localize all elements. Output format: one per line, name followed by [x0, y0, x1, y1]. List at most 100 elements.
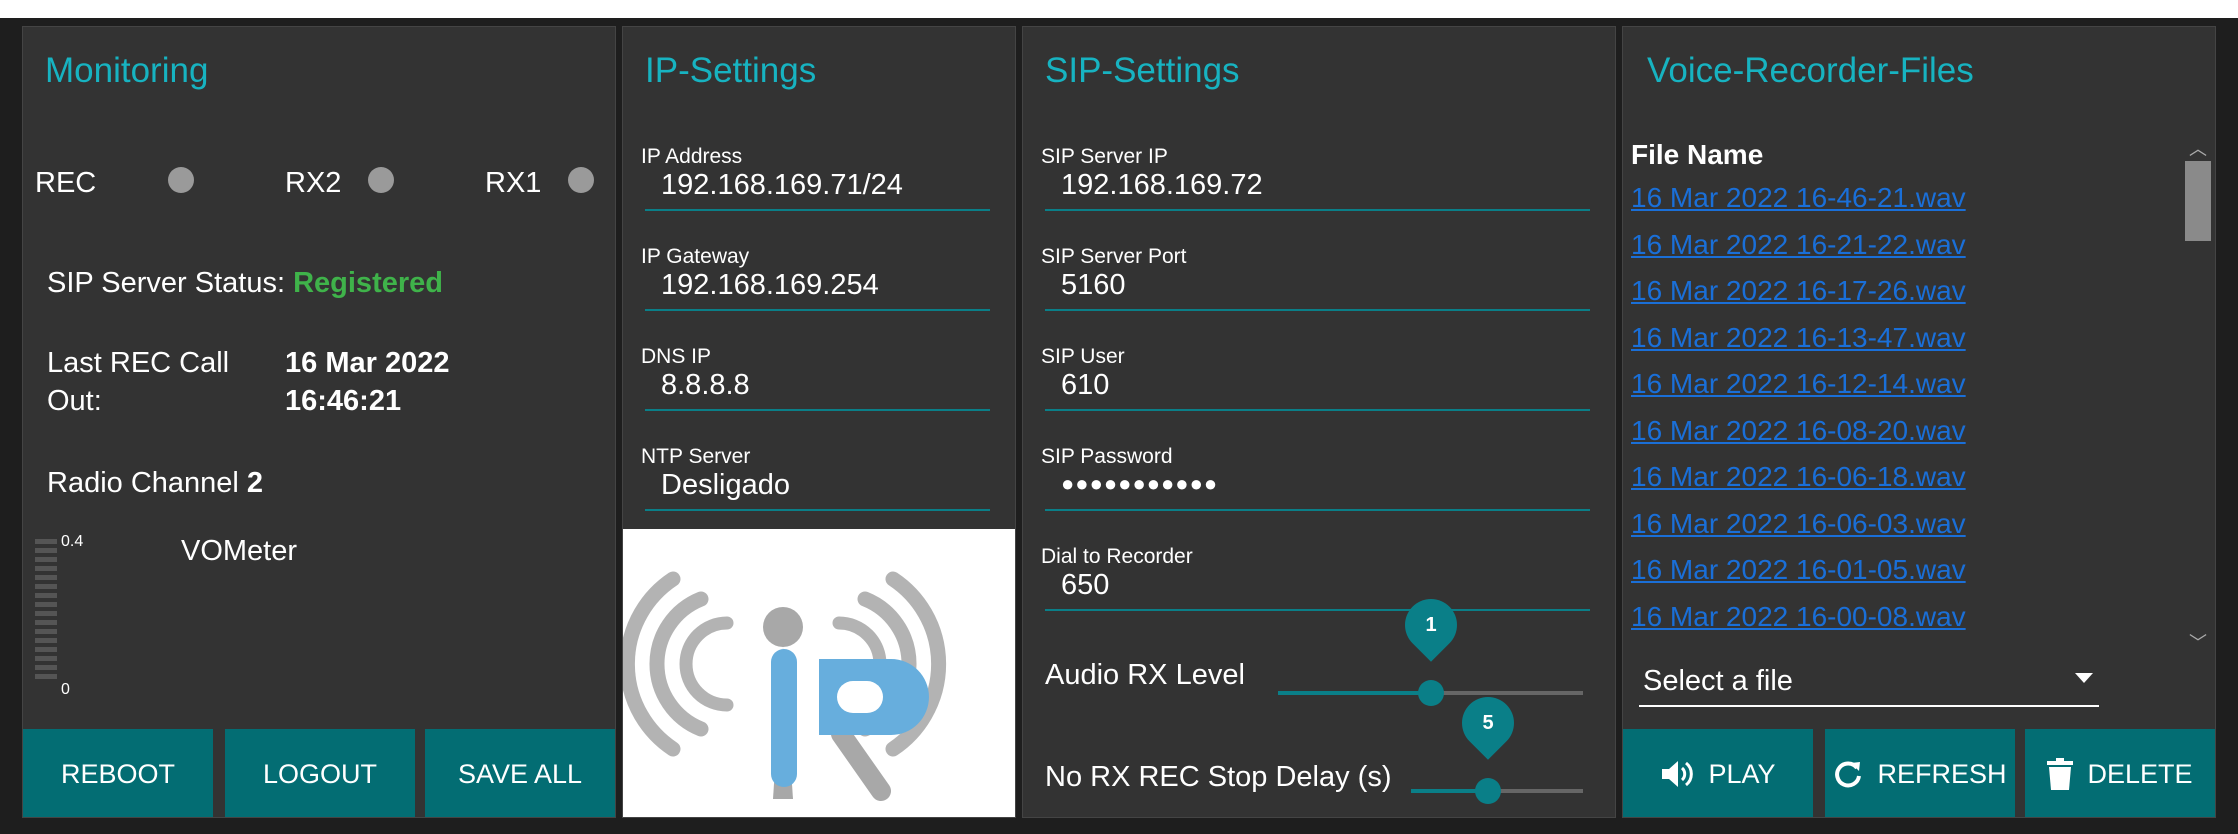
sip-server-ip-label: SIP Server IP: [1041, 145, 1168, 168]
vu-meter-segment: [35, 665, 57, 670]
ip-address-value[interactable]: 192.168.169.71/24: [661, 169, 903, 202]
voice-recorder-panel: Voice-Recorder-Files File Name 16 Mar 20…: [1622, 26, 2216, 818]
sip-server-ip-value[interactable]: 192.168.169.72: [1061, 169, 1263, 202]
dial-to-recorder-value[interactable]: 650: [1061, 569, 1109, 602]
file-name-header: File Name: [1631, 139, 1764, 170]
dns-ip-value[interactable]: 8.8.8.8: [661, 369, 750, 402]
sip-server-port-value[interactable]: 5160: [1061, 269, 1126, 302]
file-link[interactable]: 16 Mar 2022 16-13-47.wav: [1631, 322, 1966, 354]
last-rec-label-line1: Last REC Call: [47, 347, 230, 379]
scroll-thumb[interactable]: [2185, 161, 2211, 241]
ip-settings-panel: IP-Settings IP Address 192.168.169.71/24…: [622, 26, 1016, 818]
reboot-button[interactable]: REBOOT: [23, 729, 213, 817]
refresh-button-label: REFRESH: [1877, 758, 2007, 789]
sip-user-label: SIP User: [1041, 345, 1125, 368]
sip-password-value[interactable]: ●●●●●●●●●●●: [1061, 471, 1218, 497]
play-button[interactable]: PLAY: [1623, 729, 1813, 817]
vu-meter-segment: [35, 557, 57, 562]
file-select[interactable]: Select a file: [1639, 657, 2099, 707]
file-list: File Name 16 Mar 2022 16-46-21.wav 16 Mar…: [1623, 127, 2183, 639]
dropdown-caret-icon[interactable]: [2075, 673, 2093, 683]
scroll-down-icon[interactable]: ﹀: [2187, 629, 2209, 653]
audio_rx_level-thumb[interactable]: [1417, 680, 1444, 706]
ip-gateway-label: IP Gateway: [641, 245, 750, 268]
vu-meter-segment: [35, 593, 57, 598]
monitoring-panel: Monitoring REC RX2 RX1 SIP Server Status…: [22, 26, 616, 818]
file-select-placeholder: Select a file: [1643, 665, 1793, 697]
vu-meter-segment: [35, 629, 57, 634]
vu-max-label: 0.4: [61, 533, 84, 550]
file-select-underline: [1639, 705, 2099, 707]
last-rec-date: 16 Mar 2022: [285, 347, 450, 379]
volume-icon: [1662, 761, 1694, 787]
rec-led-label: REC: [35, 167, 97, 199]
rx2-led-indicator: [368, 167, 394, 193]
sip-status-label: SIP Server Status:: [47, 267, 286, 299]
rx1-led-indicator: [568, 167, 594, 193]
rx2-led-label: RX2: [285, 167, 342, 199]
sip-password-label: SIP Password: [1041, 445, 1173, 468]
logout-button[interactable]: LOGOUT: [225, 729, 415, 817]
save-all-button-label: SAVE ALL: [457, 758, 583, 789]
company-logo: [623, 529, 1015, 817]
ip-settings-title: IP-Settings: [645, 51, 817, 90]
vu-meter-segment: [35, 638, 57, 643]
scroll-up-icon[interactable]: ︿: [2187, 135, 2209, 159]
trash-icon: [2047, 758, 2074, 790]
dns-ip-underline: [645, 409, 990, 411]
reboot-button-label: REBOOT: [60, 758, 175, 789]
vu-meter-segment: [35, 656, 57, 661]
save-all-button[interactable]: SAVE ALL: [425, 729, 615, 817]
vu-meter-segment: [35, 647, 57, 652]
ntp-server-underline: [645, 509, 990, 511]
dial-to-recorder-label: Dial to Recorder: [1041, 545, 1193, 568]
file-link[interactable]: 16 Mar 2022 16-17-26.wav: [1631, 275, 1966, 307]
app-stage: Monitoring REC RX2 RX1 SIP Server Status…: [0, 18, 2238, 834]
refresh-button[interactable]: REFRESH: [1825, 729, 2015, 817]
vu-meter-segment: [35, 611, 57, 616]
sip-user-value[interactable]: 610: [1061, 369, 1109, 402]
stop_delay-value-bubble: 5: [1451, 686, 1526, 760]
last-rec-time: 16:46:21: [285, 385, 402, 417]
file-link[interactable]: 16 Mar 2022 16-06-18.wav: [1631, 461, 1966, 493]
sip-settings-title: SIP-Settings: [1045, 51, 1240, 90]
sip-password-underline: [1045, 509, 1590, 511]
file-link[interactable]: 16 Mar 2022 16-01-05.wav: [1631, 554, 1966, 586]
vu-meter-label: VOMeter: [181, 535, 298, 567]
vu-meter-segment: [35, 566, 57, 571]
voice-recorder-title: Voice-Recorder-Files: [1647, 51, 1974, 90]
vu-min-label: 0: [61, 681, 70, 698]
ip-gateway-underline: [645, 309, 990, 311]
logout-button-label: LOGOUT: [262, 758, 377, 789]
stop_delay-thumb[interactable]: [1475, 778, 1502, 804]
vu-meter-segment: [35, 575, 57, 580]
audio_rx_level-value: 1: [1424, 613, 1437, 636]
file-link[interactable]: 16 Mar 2022 16-00-08.wav: [1631, 601, 1966, 633]
radio-channel-value: 2: [246, 467, 264, 499]
audio_rx_level-fill: [1278, 691, 1431, 695]
delete-button[interactable]: DELETE: [2025, 729, 2215, 817]
ntp-server-label: NTP Server: [641, 445, 751, 468]
dial-to-recorder-underline: [1045, 609, 1590, 611]
vu-meter-segment: [35, 674, 57, 679]
stop_delay-value: 5: [1482, 711, 1494, 734]
rx1-led-label: RX1: [485, 167, 542, 199]
sip-status: SIP Server Status: Registered: [47, 267, 443, 300]
play-button-label: PLAY: [1708, 758, 1776, 789]
ntp-server-value[interactable]: Desligado: [661, 469, 790, 502]
vu-meter-segment: [35, 602, 57, 607]
file-link[interactable]: 16 Mar 2022 16-21-22.wav: [1631, 229, 1966, 261]
file-link[interactable]: 16 Mar 2022 16-08-20.wav: [1631, 415, 1966, 447]
rec-led-indicator: [168, 167, 194, 193]
file-link[interactable]: 16 Mar 2022 16-06-03.wav: [1631, 508, 1966, 540]
file-list-scrollbar[interactable]: ︿ ﹀: [2181, 131, 2215, 653]
dns-ip-label: DNS IP: [641, 345, 712, 368]
sip-server-ip-underline: [1045, 209, 1590, 211]
monitoring-title: Monitoring: [45, 51, 209, 90]
vu-meter-segment: [35, 620, 57, 625]
file-link[interactable]: 16 Mar 2022 16-12-14.wav: [1631, 368, 1966, 400]
ip-gateway-value[interactable]: 192.168.169.254: [661, 269, 879, 302]
file-link[interactable]: 16 Mar 2022 16-46-21.wav: [1631, 182, 1966, 214]
sip-settings-panel: SIP-Settings SIP Server IP 192.168.169.7…: [1022, 26, 1616, 818]
delete-button-label: DELETE: [2087, 758, 2193, 789]
